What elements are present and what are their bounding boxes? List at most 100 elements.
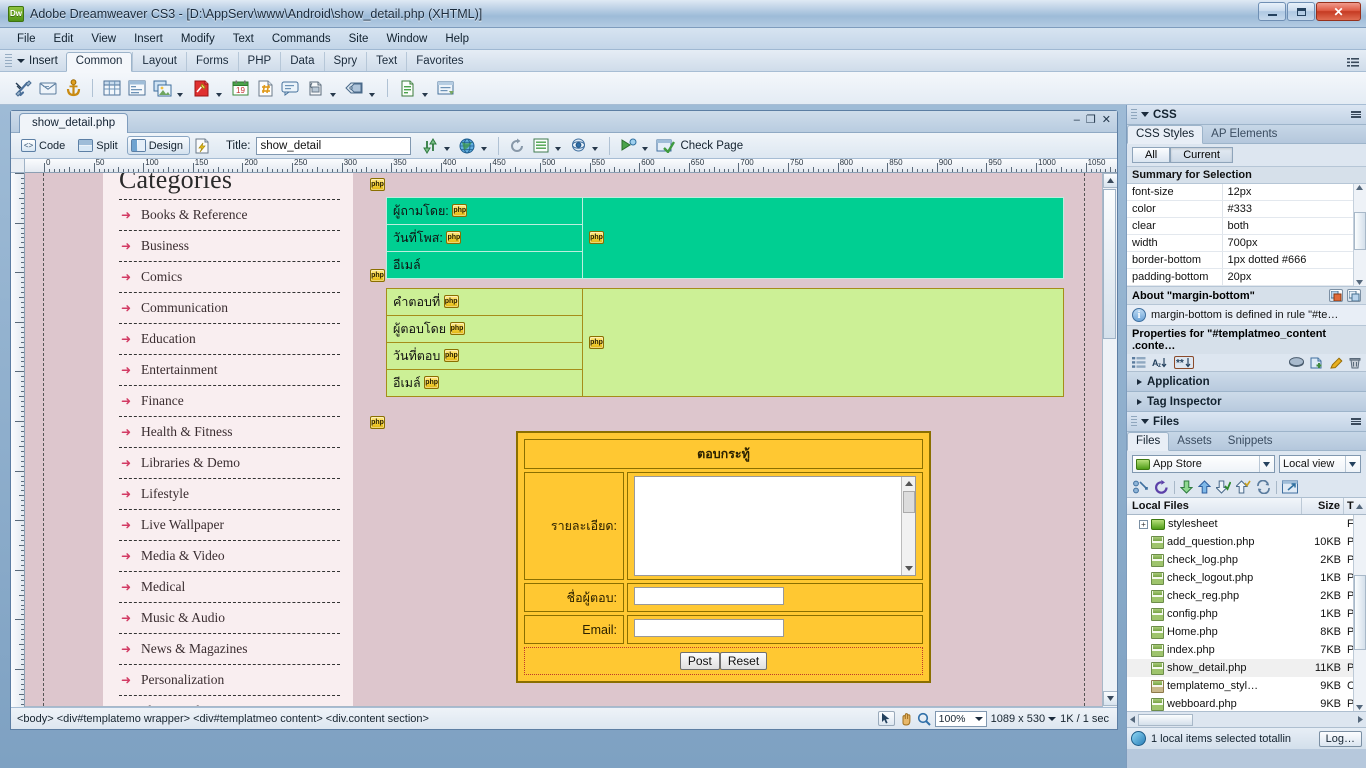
images-dropdown-icon[interactable]: [177, 93, 183, 97]
scrollbar-thumb[interactable]: [903, 491, 915, 513]
scroll-down-icon[interactable]: [1356, 280, 1363, 285]
list-item[interactable]: ➜Health & Fitness: [119, 417, 340, 448]
list-item[interactable]: ➜Comics: [119, 262, 340, 293]
tag-inspector-panel-header[interactable]: Tag Inspector: [1127, 392, 1366, 412]
file-management-dropdown-icon[interactable]: [444, 147, 450, 151]
zoom-level-select[interactable]: 100%: [935, 711, 987, 727]
document-close-button[interactable]: ✕: [1102, 113, 1111, 126]
tab-assets[interactable]: Assets: [1169, 433, 1220, 450]
list-item[interactable]: Home.php8KBP: [1127, 623, 1366, 641]
php-script-icon[interactable]: php: [370, 269, 385, 282]
expand-collapse-icon[interactable]: [1282, 480, 1298, 494]
refresh-icon[interactable]: [506, 135, 528, 157]
menu-text[interactable]: Text: [224, 31, 263, 47]
table-row[interactable]: font-size12px: [1127, 184, 1366, 201]
list-item[interactable]: show_detail.php11KBP: [1127, 659, 1366, 677]
view-options-dropdown-icon[interactable]: [555, 147, 561, 151]
tab-snippets[interactable]: Snippets: [1220, 433, 1281, 450]
tab-css-styles[interactable]: CSS Styles: [1127, 125, 1203, 144]
scroll-down-icon[interactable]: [1356, 705, 1363, 710]
scroll-down-icon[interactable]: [905, 566, 913, 571]
files-horizontal-scrollbar[interactable]: [1127, 711, 1366, 727]
list-item[interactable]: +stylesheetF: [1127, 515, 1366, 533]
list-item[interactable]: ➜Media & Video: [119, 541, 340, 572]
comment-icon[interactable]: [279, 77, 301, 99]
list-item[interactable]: ➜Entertainment: [119, 355, 340, 386]
preview-browser-dropdown-icon[interactable]: [481, 147, 487, 151]
panel-gripper[interactable]: [1131, 416, 1137, 428]
minimize-button[interactable]: [1258, 2, 1286, 21]
chevron-down-icon[interactable]: [1141, 112, 1149, 117]
table-row[interactable]: border-bottom1px dotted #666: [1127, 252, 1366, 269]
php-script-icon[interactable]: php: [444, 349, 459, 362]
scrollbar-track[interactable]: [1138, 714, 1355, 726]
log-button[interactable]: Log…: [1319, 731, 1362, 747]
put-files-icon[interactable]: [1198, 480, 1211, 494]
reset-button[interactable]: Reset: [720, 652, 767, 670]
menu-site[interactable]: Site: [340, 31, 378, 47]
php-script-icon[interactable]: php: [452, 204, 467, 217]
files-panel-header[interactable]: Files: [1127, 412, 1366, 432]
list-item[interactable]: index.php7KBP: [1127, 641, 1366, 659]
zoom-tool-icon[interactable]: [917, 712, 931, 726]
scroll-up-icon[interactable]: [1356, 185, 1363, 190]
insert-panel-toggle[interactable]: Insert: [15, 52, 66, 71]
tab-layout[interactable]: Layout: [132, 52, 186, 71]
tabular-data-icon[interactable]: [126, 77, 148, 99]
table-row[interactable]: width700px: [1127, 235, 1366, 252]
tag-chooser-dropdown-icon[interactable]: [369, 93, 375, 97]
scroll-right-icon[interactable]: [1355, 716, 1366, 723]
scroll-left-icon[interactable]: [1127, 716, 1138, 723]
refresh-icon[interactable]: [1154, 480, 1169, 494]
tab-files[interactable]: Files: [1127, 432, 1169, 451]
file-management-icon[interactable]: [419, 135, 441, 157]
list-item[interactable]: ➜Lifestyle: [119, 479, 340, 510]
server-side-include-icon[interactable]: [254, 77, 276, 99]
list-item[interactable]: ➜News & Magazines: [119, 634, 340, 665]
connect-to-remote-host-icon[interactable]: [1132, 480, 1149, 494]
column-size[interactable]: Size: [1302, 498, 1344, 514]
table-icon[interactable]: [101, 77, 123, 99]
list-item[interactable]: check_logout.php1KBP: [1127, 569, 1366, 587]
php-script-icon[interactable]: php: [370, 178, 385, 191]
validate-markup-dropdown-icon[interactable]: [642, 147, 648, 151]
menu-modify[interactable]: Modify: [172, 31, 224, 47]
view-select[interactable]: Local view: [1279, 455, 1361, 473]
php-script-icon[interactable]: php: [370, 416, 385, 429]
scrollbar-thumb[interactable]: [1138, 714, 1193, 726]
horizontal-ruler[interactable]: 0501001502002503003504004505005506006507…: [25, 159, 1117, 173]
list-item[interactable]: ➜Live Wallpaper: [119, 510, 340, 541]
php-script-icon[interactable]: php: [444, 295, 459, 308]
scrollbar-thumb[interactable]: [1354, 212, 1366, 250]
application-panel-header[interactable]: Application: [1127, 372, 1366, 392]
design-view-button[interactable]: Design: [127, 136, 190, 155]
expand-icon[interactable]: +: [1139, 520, 1148, 529]
php-script-icon[interactable]: php: [589, 231, 604, 244]
detail-textarea[interactable]: [634, 476, 916, 576]
scroll-down-icon[interactable]: [1103, 691, 1117, 706]
widgets-dropdown-icon[interactable]: [422, 93, 428, 97]
widgets-icon[interactable]: [396, 77, 418, 99]
ruler-corner[interactable]: [11, 159, 25, 173]
tab-text[interactable]: Text: [366, 52, 406, 71]
new-css-rule-icon[interactable]: [1310, 357, 1324, 369]
panel-options-icon[interactable]: [1351, 111, 1361, 118]
scroll-up-icon[interactable]: [1103, 173, 1117, 188]
validate-markup-icon[interactable]: [617, 135, 639, 157]
select-tool-icon[interactable]: [878, 711, 895, 726]
edit-style-icon[interactable]: [1330, 357, 1343, 369]
media-dropdown-icon[interactable]: [216, 93, 222, 97]
menu-file[interactable]: File: [8, 31, 45, 47]
php-script-icon[interactable]: php: [424, 376, 439, 389]
show-information-icon[interactable]: [1347, 289, 1361, 302]
list-item[interactable]: ➜Books & Reference: [119, 200, 340, 231]
canvas-vertical-scrollbar[interactable]: [1102, 173, 1117, 721]
visual-aids-icon[interactable]: [567, 135, 589, 157]
named-anchor-icon[interactable]: [62, 77, 84, 99]
list-item[interactable]: ➜Finance: [119, 386, 340, 417]
tab-spry[interactable]: Spry: [324, 52, 367, 71]
scrollbar-thumb[interactable]: [1354, 575, 1366, 650]
menu-commands[interactable]: Commands: [263, 31, 340, 47]
close-button[interactable]: ✕: [1316, 2, 1361, 21]
scroll-up-icon[interactable]: [905, 481, 913, 486]
